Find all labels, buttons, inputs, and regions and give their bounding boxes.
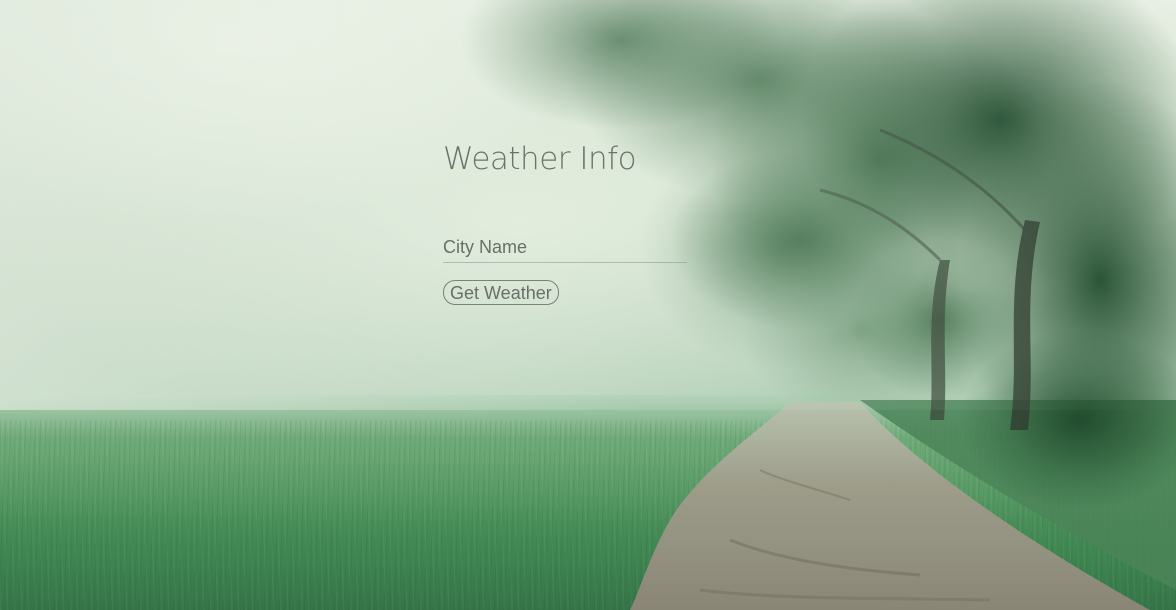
trees-and-path	[0, 0, 1176, 610]
city-name-input[interactable]	[443, 233, 687, 263]
get-weather-button[interactable]: Get Weather	[443, 280, 559, 305]
page-title: Weather Info	[443, 141, 637, 177]
background-photo	[0, 0, 1176, 610]
weather-form: Weather Info Get Weather	[443, 140, 688, 305]
